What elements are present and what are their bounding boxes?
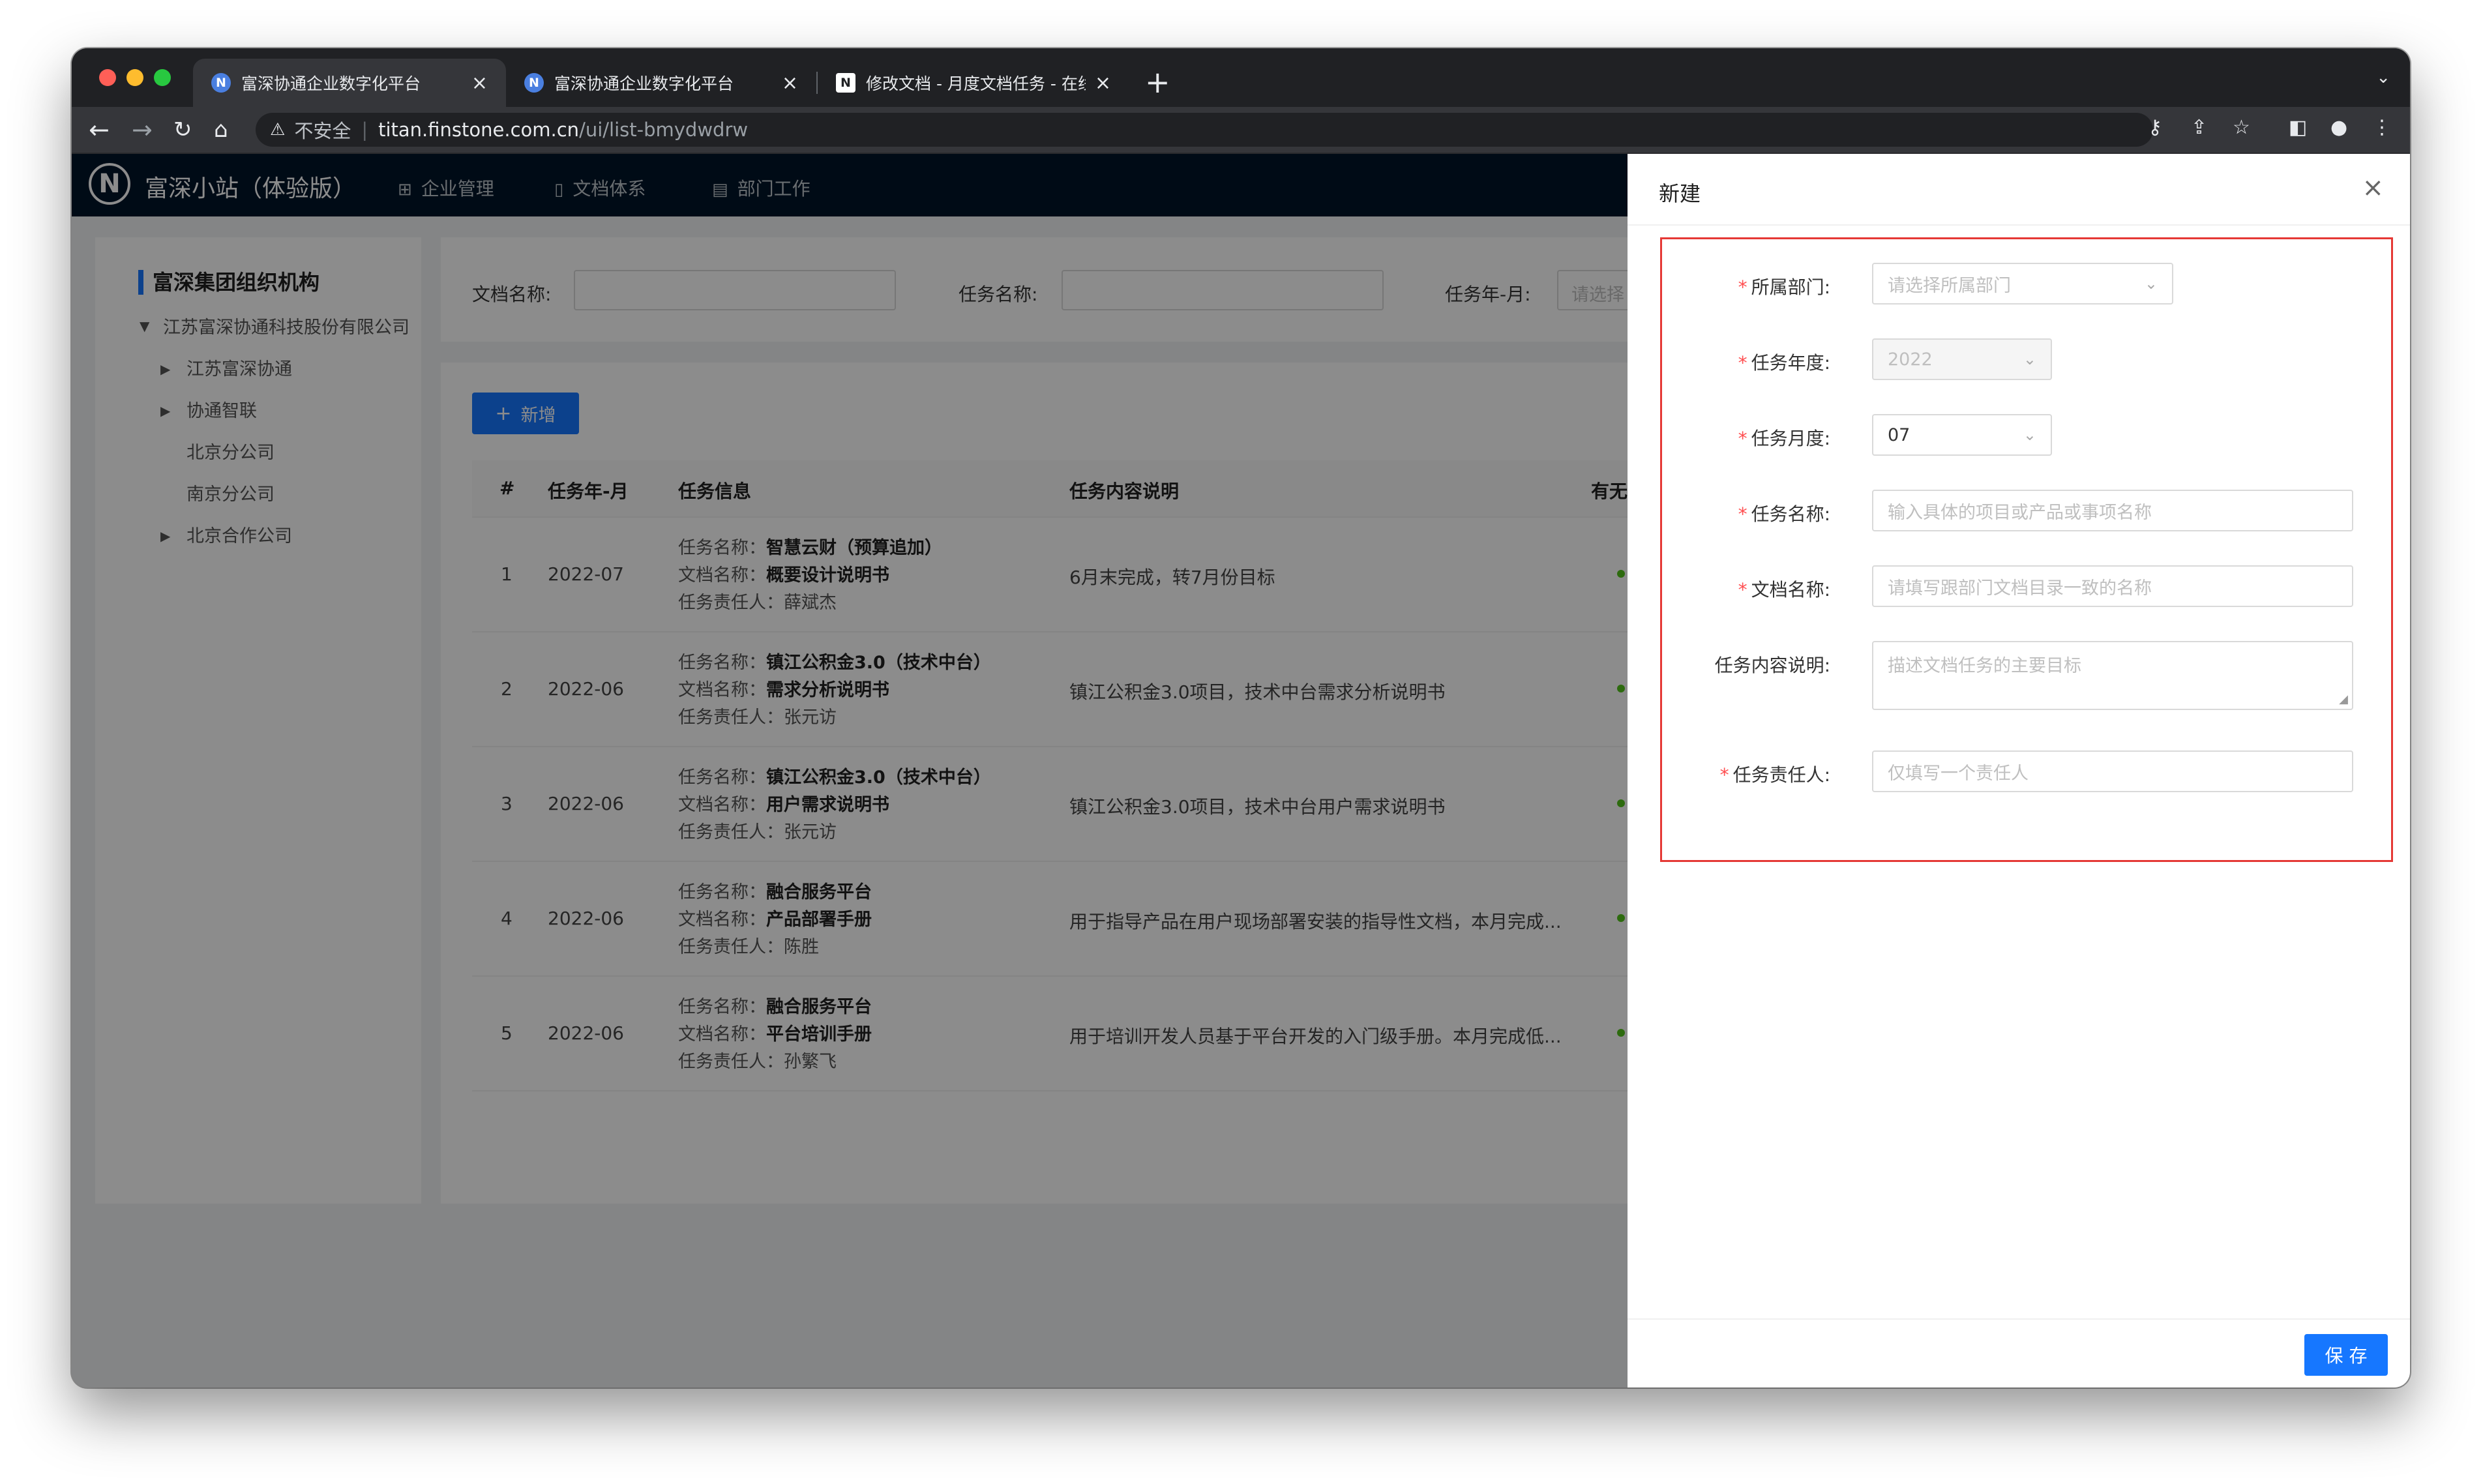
task-name-input[interactable]: 输入具体的项目或产品或事项名称 [1872,490,2353,531]
drawer-footer: 保 存 [1628,1318,2410,1388]
chevron-down-icon: ⌄ [2144,275,2158,293]
browser-tab-3[interactable]: N 修改文档 - 月度文档任务 - 在线文 × [818,59,1129,107]
year-label-text: 任务年度: [1751,352,1830,374]
tab-title: 富深协通企业数字化平台 [241,74,421,93]
month-select[interactable]: 07 ⌄ [1872,414,2052,456]
tab-title: 修改文档 - 月度文档任务 - 在线文 [866,74,1086,93]
browser-menu-icon[interactable]: ⋮ [2372,116,2392,139]
security-label: 不安全 [294,120,351,142]
app-favicon-icon: N [524,73,544,93]
year-value: 2022 [1888,349,1933,370]
app-favicon-icon: N [211,73,231,93]
minimize-window-button[interactable] [126,69,143,86]
required-asterisk: * [1738,503,1747,525]
required-asterisk: * [1719,764,1729,786]
web-page: N 富深小站（体验版） ⊞ 企业管理 ▯ 文档体系 ▤ 部门工作 富深集团组织机构 ▼… [72,154,2410,1388]
required-asterisk: * [1738,352,1747,374]
task-name-label-text: 任务名称: [1751,503,1830,525]
tab-strip: N 富深协通企业数字化平台 × N 富深协通企业数字化平台 × N 修改文档 -… [72,48,2410,107]
reload-icon[interactable]: ↻ [173,113,192,146]
new-tab-icon[interactable]: + [1145,63,1170,102]
dept-label-text: 所属部门: [1751,276,1830,298]
close-tab-icon[interactable]: × [782,72,798,95]
url-host: titan.finstone.com.cn [378,119,580,141]
year-select[interactable]: 2022 ⌄ [1872,338,2052,380]
warning-icon: ⚠ [270,120,286,140]
forward-icon[interactable]: → [132,113,153,146]
home-icon[interactable]: ⌂ [214,113,228,146]
close-tab-icon[interactable]: × [1095,72,1111,95]
address-bar[interactable]: ⚠ 不安全 | titan.finstone.com.cn/ui/list-bm… [256,113,2153,147]
bookmark-star-icon[interactable]: ☆ [2233,116,2250,139]
year-label: * 任务年度: [1738,349,1830,375]
desc-placeholder: 描述文档任务的主要目标 [1888,656,2081,676]
desc-textarea[interactable]: 描述文档任务的主要目标 ◢ [1872,641,2353,710]
close-icon[interactable]: × [2362,173,2384,202]
drawer-title: 新建 [1659,181,1701,206]
key-icon[interactable]: ⚷ [2148,116,2162,139]
owner-label-text: 任务责任人: [1732,764,1830,786]
doc-name-label: * 文档名称: [1738,576,1830,602]
desc-label: 任务内容说明: [1714,655,1830,676]
required-asterisk: * [1738,579,1747,601]
required-asterisk: * [1738,276,1747,298]
form-highlight-box: * 所属部门: 请选择所属部门 ⌄ * 任务年度: 2022 ⌄ * 任务月度: 07… [1660,237,2393,862]
dept-placeholder: 请选择所属部门 [1888,275,2011,296]
side-panel-icon[interactable]: ◧ [2289,116,2307,139]
browser-window: N 富深协通企业数字化平台 × N 富深协通企业数字化平台 × N 修改文档 -… [72,48,2410,1388]
url-path: /ui/list-bmydwdrw [579,119,749,141]
task-name-label: * 任务名称: [1738,500,1830,526]
required-asterisk: * [1738,428,1747,449]
browser-tab-2[interactable]: N 富深协通企业数字化平台 × [506,59,816,107]
address-divider: | [361,119,368,141]
dept-label: * 所属部门: [1738,273,1830,299]
month-value: 07 [1888,424,1911,445]
owner-input[interactable]: 仅填写一个责任人 [1872,750,2353,792]
tab-title: 富深协通企业数字化平台 [554,74,734,93]
owner-label: * 任务责任人: [1720,761,1830,787]
new-task-drawer: 新建 × * 所属部门: 请选择所属部门 ⌄ * 任务年度: 2022 ⌄ * 任务月… [1628,154,2410,1388]
browser-toolbar: ← → ↻ ⌂ ⚠ 不安全 | titan.finstone.com.cn/ui… [72,107,2410,154]
browser-tab-1[interactable]: N 富深协通企业数字化平台 × [193,59,506,107]
chevron-down-icon: ⌄ [2023,350,2036,368]
resize-grip-icon[interactable]: ◢ [2339,692,2348,706]
doc-name-label-text: 文档名称: [1751,579,1830,601]
chevron-down-icon: ⌄ [2023,426,2036,444]
close-window-button[interactable] [99,69,116,86]
month-label: * 任务月度: [1738,424,1830,451]
maximize-window-button[interactable] [154,69,171,86]
drawer-header: 新建 × [1628,154,2410,226]
tab-search-chevron-icon[interactable]: ⌄ [2376,68,2390,87]
document-favicon-icon: N [836,73,855,93]
share-icon[interactable]: ⇪ [2191,116,2207,139]
profile-icon[interactable]: ● [2330,116,2347,139]
close-tab-icon[interactable]: × [471,72,488,95]
doc-name-input[interactable]: 请填写跟部门文档目录一致的名称 [1872,565,2353,607]
month-label-text: 任务月度: [1751,428,1830,449]
save-button[interactable]: 保 存 [2304,1334,2388,1376]
dept-select[interactable]: 请选择所属部门 ⌄ [1872,263,2173,304]
back-icon[interactable]: ← [89,113,110,146]
